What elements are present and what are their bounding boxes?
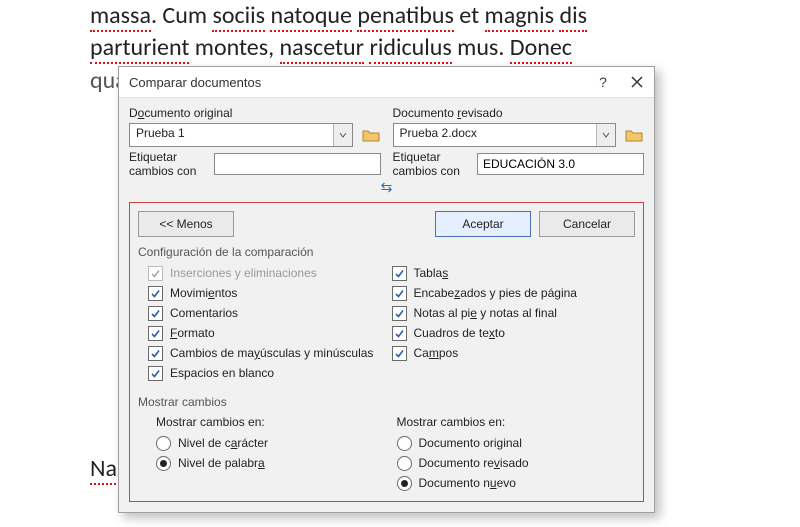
comparison-settings: Configuración de la comparación Insercio… bbox=[130, 245, 643, 391]
revised-document-value: Prueba 2.docx bbox=[394, 124, 597, 146]
radio-icon bbox=[397, 476, 412, 491]
dialog-title: Comparar documentos bbox=[129, 75, 586, 90]
checkbox-icon bbox=[148, 326, 163, 341]
option-comments[interactable]: Comentarios bbox=[148, 303, 392, 323]
radio-original-doc[interactable]: Documento original bbox=[397, 433, 628, 453]
swap-arrows-icon: ⇆ bbox=[129, 179, 644, 196]
checkbox-icon bbox=[392, 266, 407, 281]
comparison-settings-title: Configuración de la comparación bbox=[138, 245, 635, 263]
checkbox-icon bbox=[148, 346, 163, 361]
original-tag-input[interactable] bbox=[214, 153, 381, 175]
folder-icon bbox=[362, 128, 380, 142]
cancel-button[interactable]: Cancelar bbox=[539, 211, 635, 237]
option-movements[interactable]: Movimientos bbox=[148, 283, 392, 303]
chevron-down-icon bbox=[333, 124, 352, 146]
revised-tag-label: Etiquetar cambios con bbox=[393, 150, 472, 178]
radio-icon bbox=[156, 436, 171, 451]
show-changes-right-title: Mostrar cambios en: bbox=[397, 413, 628, 433]
radio-new-doc[interactable]: Documento nuevo bbox=[397, 473, 628, 493]
option-insertions: Inserciones y eliminaciones bbox=[148, 263, 392, 283]
option-footnotes[interactable]: Notas al pie y notas al final bbox=[392, 303, 636, 323]
checkbox-icon bbox=[392, 346, 407, 361]
revised-tag-input[interactable] bbox=[477, 153, 644, 175]
folder-icon bbox=[625, 128, 643, 142]
radio-icon bbox=[156, 456, 171, 471]
checkbox-icon bbox=[148, 286, 163, 301]
radio-icon bbox=[397, 436, 412, 451]
dialog-titlebar[interactable]: Comparar documentos ? bbox=[119, 67, 654, 98]
revised-document-combo[interactable]: Prueba 2.docx bbox=[393, 123, 617, 147]
show-changes-left-title: Mostrar cambios en: bbox=[156, 413, 387, 433]
close-icon bbox=[631, 76, 643, 88]
checkbox-icon bbox=[392, 286, 407, 301]
chevron-down-icon bbox=[596, 124, 615, 146]
show-changes-title: Mostrar cambios bbox=[138, 395, 635, 413]
checkbox-icon bbox=[392, 326, 407, 341]
browse-revised-button[interactable] bbox=[624, 126, 644, 144]
option-textboxes[interactable]: Cuadros de texto bbox=[392, 323, 636, 343]
close-button[interactable] bbox=[620, 67, 654, 97]
original-tag-label: Etiquetar cambios con bbox=[129, 150, 208, 178]
options-panel: << Menos Aceptar Cancelar Configuración … bbox=[129, 202, 644, 502]
compare-documents-dialog: Comparar documentos ? Documento original… bbox=[118, 66, 655, 513]
radio-word-level[interactable]: Nivel de palabra bbox=[156, 453, 387, 473]
option-case[interactable]: Cambios de mayúsculas y minúsculas bbox=[148, 343, 392, 363]
original-label: Documento original bbox=[129, 106, 381, 120]
checkbox-icon bbox=[148, 366, 163, 381]
option-whitespace[interactable]: Espacios en blanco bbox=[148, 363, 392, 383]
option-tables[interactable]: Tablas bbox=[392, 263, 636, 283]
option-format[interactable]: Formato bbox=[148, 323, 392, 343]
browse-original-button[interactable] bbox=[361, 126, 381, 144]
checkbox-icon bbox=[148, 266, 163, 281]
accept-button[interactable]: Aceptar bbox=[435, 211, 531, 237]
original-document-combo[interactable]: Prueba 1 bbox=[129, 123, 353, 147]
revised-label: Documento revisado bbox=[393, 106, 645, 120]
radio-revised-doc[interactable]: Documento revisado bbox=[397, 453, 628, 473]
original-document-value: Prueba 1 bbox=[130, 124, 333, 146]
radio-icon bbox=[397, 456, 412, 471]
original-document-group: Documento original Prueba 1 Etiquetar ca… bbox=[129, 106, 381, 175]
show-changes-section: Mostrar cambios Mostrar cambios en: Nive… bbox=[130, 391, 643, 501]
checkbox-icon bbox=[148, 306, 163, 321]
checkbox-icon bbox=[392, 306, 407, 321]
revised-document-group: Documento revisado Prueba 2.docx Etiquet… bbox=[393, 106, 645, 175]
option-headers-footers[interactable]: Encabezados y pies de página bbox=[392, 283, 636, 303]
option-fields[interactable]: Campos bbox=[392, 343, 636, 363]
radio-char-level[interactable]: Nivel de carácter bbox=[156, 433, 387, 453]
less-button[interactable]: << Menos bbox=[138, 211, 234, 237]
help-button[interactable]: ? bbox=[586, 67, 620, 97]
